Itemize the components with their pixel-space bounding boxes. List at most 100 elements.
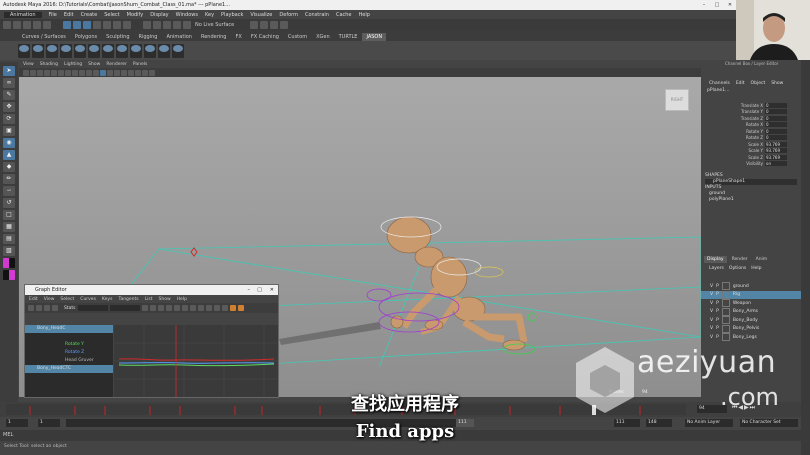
channel-value[interactable]: 0 <box>765 109 787 115</box>
ge-menu-view[interactable]: View <box>44 297 55 302</box>
layer-menu-options[interactable]: Options <box>729 266 746 271</box>
stepped-tangent-icon[interactable] <box>181 305 188 311</box>
layer-row[interactable]: V P Rig <box>701 290 801 299</box>
menu-deform[interactable]: Deform <box>279 12 298 18</box>
tab-display-layers[interactable]: Display <box>704 256 727 263</box>
rotate-tool-icon[interactable]: ⟳ <box>3 114 15 124</box>
tab-animation[interactable]: Animation <box>162 33 196 41</box>
ge-menu-show[interactable]: Show <box>159 297 171 302</box>
live-surface-label[interactable]: No Live Surface <box>195 22 234 28</box>
ge-menu-edit[interactable]: Edit <box>29 297 38 302</box>
wireframe-icon[interactable] <box>93 69 99 76</box>
dope-sheet-icon[interactable] <box>229 305 236 311</box>
isolate-select-icon[interactable] <box>135 69 141 76</box>
stats-field[interactable] <box>77 305 108 311</box>
menu-select[interactable]: Select <box>104 12 119 18</box>
grid-icon[interactable] <box>51 69 57 76</box>
region-icon[interactable] <box>52 305 58 311</box>
tab-render-layers[interactable]: Render <box>729 256 751 263</box>
layer-visibility[interactable]: V <box>710 326 713 331</box>
layer-visibility[interactable]: V <box>710 301 713 306</box>
channel-menu-edit[interactable]: Edit <box>736 81 745 86</box>
tab-fx[interactable]: FX <box>232 33 246 41</box>
tab-sculpting[interactable]: Sculpting <box>102 33 133 41</box>
mask-icon[interactable] <box>113 20 121 29</box>
trash-icon[interactable]: □ <box>3 210 15 220</box>
ge-menu-keys[interactable]: Keys <box>102 297 113 302</box>
layer-visibility[interactable]: V <box>710 284 713 289</box>
shelf-tool-button[interactable] <box>32 43 44 58</box>
ipr-render-icon[interactable] <box>260 20 269 29</box>
smooth-shade-icon[interactable] <box>100 69 106 76</box>
select-object-icon[interactable] <box>73 20 81 29</box>
shelf-tool-button[interactable] <box>102 43 114 58</box>
channel-value[interactable]: 0 <box>765 128 787 134</box>
outliner-item[interactable]: Rotate Y <box>25 341 113 349</box>
move-key-icon[interactable] <box>28 305 34 311</box>
layer-name[interactable]: Bony_Arms <box>733 309 758 314</box>
shadows-icon[interactable] <box>121 69 127 76</box>
gate-mask-icon[interactable] <box>72 69 78 76</box>
layer-name[interactable]: Bony_Body <box>733 318 758 323</box>
tab-rendering[interactable]: Rendering <box>197 33 231 41</box>
insert-key-icon[interactable] <box>36 305 42 311</box>
lasso-tool-icon[interactable]: ∞ <box>3 78 15 88</box>
channel-value[interactable]: 0 <box>765 135 787 141</box>
paint-select-icon[interactable]: ✎ <box>3 90 15 100</box>
layout-icon[interactable]: ▤ <box>3 234 15 244</box>
layer-menu-layers[interactable]: Layers <box>709 266 724 271</box>
layer-playback[interactable]: P <box>716 318 719 323</box>
layer-color-swatch[interactable] <box>721 290 730 299</box>
channel-value[interactable]: 93.769 <box>765 148 787 154</box>
layer-playback[interactable]: P <box>716 301 719 306</box>
mask-icon[interactable] <box>123 20 131 29</box>
layer-row[interactable]: V P Bony_Arms <box>701 307 801 317</box>
graph-editor-curve-view[interactable] <box>114 325 278 397</box>
safe-action-icon[interactable] <box>86 69 92 76</box>
bookmark-icon[interactable] <box>37 69 43 76</box>
shelf-tool-button[interactable] <box>60 43 72 58</box>
ge-menu-select[interactable]: Select <box>60 297 74 302</box>
shelf-tool-button[interactable] <box>116 43 128 58</box>
close-icon[interactable]: ✕ <box>724 0 736 10</box>
lights-icon[interactable] <box>114 69 120 76</box>
break-tangent-icon[interactable] <box>197 305 204 311</box>
open-scene-icon[interactable] <box>13 20 21 29</box>
tab-turtle[interactable]: TURTLE <box>335 33 362 41</box>
pencil-icon[interactable]: ✏ <box>3 174 15 184</box>
menu-set-dropdown[interactable]: Animation <box>4 11 42 18</box>
outliner-item[interactable] <box>25 333 113 341</box>
camera-icon[interactable] <box>23 69 29 76</box>
viewcube[interactable]: RIGHT <box>665 89 689 111</box>
menu-help[interactable]: Help <box>359 12 370 18</box>
shelf-tool-button[interactable] <box>74 43 86 58</box>
flat-tangent-icon[interactable] <box>189 305 196 311</box>
snap-point-icon[interactable] <box>163 20 171 29</box>
menu-playback[interactable]: Playback <box>221 12 243 18</box>
render-icon[interactable] <box>250 20 259 29</box>
tab-curves-surfaces[interactable]: Curves / Surfaces <box>18 33 70 41</box>
scale-tool-icon[interactable]: ▣ <box>3 126 15 136</box>
tab-xgen[interactable]: XGen <box>312 33 334 41</box>
channel-menu-show[interactable]: Show <box>771 81 783 86</box>
channel-menu-channels[interactable]: Channels <box>709 81 730 86</box>
layer-color-swatch[interactable] <box>721 333 730 342</box>
viewport-menu-view[interactable]: View <box>23 62 34 67</box>
channel-value[interactable]: 0 <box>765 102 787 108</box>
mask-icon[interactable] <box>103 20 111 29</box>
layer-row[interactable]: V P Bony_Pelvis <box>701 324 801 334</box>
maximize-icon[interactable]: □ <box>711 0 723 10</box>
minimize-icon[interactable]: – <box>248 285 251 295</box>
camera-tool-icon[interactable]: ▲ <box>3 150 15 160</box>
layout-icon[interactable]: ▧ <box>3 246 15 256</box>
select-tool-icon[interactable]: ➤ <box>3 66 15 76</box>
stats-field[interactable] <box>109 305 140 311</box>
layer-color-swatch[interactable] <box>721 299 730 308</box>
redo-icon[interactable] <box>43 20 51 29</box>
layer-name[interactable]: Bony_Pelvis <box>733 326 759 331</box>
layer-row[interactable]: V P Bony_Body <box>701 316 801 325</box>
layer-visibility[interactable]: V <box>710 335 713 340</box>
viewport-menu-lighting[interactable]: Lighting <box>64 62 82 67</box>
layer-playback[interactable]: P <box>716 309 719 314</box>
outliner-item[interactable]: Head Gruver <box>25 357 113 365</box>
